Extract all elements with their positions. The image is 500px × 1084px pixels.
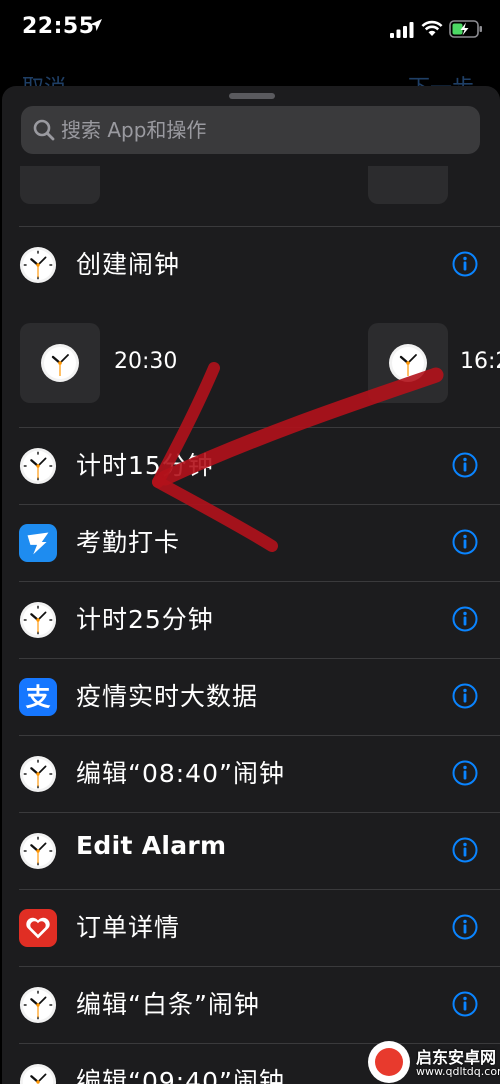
action-row[interactable]: 支 疫情实时大数据 <box>2 659 500 735</box>
clock-icon <box>19 755 57 793</box>
action-row[interactable]: 计时25分钟 <box>2 582 500 658</box>
action-label: 创建闹钟 <box>76 250 181 279</box>
info-icon[interactable] <box>452 837 478 863</box>
alipay-icon: 支 <box>19 678 57 716</box>
action-label: 疫情实时大数据 <box>76 682 259 711</box>
alarm-tile-partial[interactable] <box>20 166 100 204</box>
battery-charging-icon <box>449 20 482 38</box>
clock-icon <box>19 986 57 1024</box>
watermark: 启东安卓网 www.qdltdq.com <box>358 1040 500 1084</box>
clock-icon <box>19 832 57 870</box>
info-icon[interactable] <box>452 760 478 786</box>
alarm-tile[interactable] <box>368 323 448 403</box>
info-icon[interactable] <box>452 914 478 940</box>
clock-icon <box>19 246 57 284</box>
pinduoduo-icon <box>19 909 57 947</box>
info-icon[interactable] <box>452 529 478 555</box>
alarm-tile-time: 16:2 <box>460 349 500 374</box>
action-row[interactable]: 编辑“白条”闹钟 <box>2 967 500 1043</box>
info-icon[interactable] <box>452 991 478 1017</box>
wifi-icon <box>421 20 443 36</box>
clock-icon <box>41 344 79 382</box>
info-icon[interactable] <box>452 606 478 632</box>
clock-icon <box>19 1063 57 1084</box>
action-label: 编辑“白条”闹钟 <box>76 990 260 1019</box>
info-icon[interactable] <box>452 683 478 709</box>
watermark-logo-icon <box>368 1041 410 1083</box>
action-search-sheet: 创建闹钟 20:30 <box>2 86 500 1084</box>
search-icon <box>33 119 55 141</box>
action-label: Edit Alarm <box>76 831 227 860</box>
action-row[interactable]: 创建闹钟 <box>2 227 500 303</box>
clock-icon <box>19 601 57 639</box>
info-icon[interactable] <box>452 452 478 478</box>
alarm-tile[interactable] <box>20 323 100 403</box>
action-label: 订单详情 <box>76 913 181 942</box>
action-row[interactable]: 订单详情 <box>2 890 500 966</box>
clock-icon <box>19 447 57 485</box>
action-label: 考勤打卡 <box>76 528 181 557</box>
sheet-grabber[interactable] <box>229 93 275 99</box>
search-bar[interactable] <box>21 106 480 154</box>
clock-icon <box>389 344 427 382</box>
watermark-url: www.qdltdq.com <box>416 1065 500 1078</box>
info-icon[interactable] <box>452 251 478 277</box>
signal-bars-icon <box>390 22 414 38</box>
location-arrow-icon <box>90 19 102 31</box>
action-label: 编辑“09:40”闹钟 <box>76 1067 285 1084</box>
action-row[interactable]: 编辑“08:40”闹钟 <box>2 736 500 812</box>
action-label: 计时25分钟 <box>76 605 214 634</box>
action-row[interactable]: Edit Alarm <box>2 813 500 889</box>
alarm-tile-time: 20:30 <box>114 349 178 374</box>
status-time: 22:55 <box>22 14 95 39</box>
search-input[interactable] <box>61 106 461 154</box>
status-bar: 22:55 <box>0 0 500 60</box>
dingtalk-icon <box>19 524 57 562</box>
svg-text:支: 支 <box>26 683 51 712</box>
actions-list: 创建闹钟 20:30 16: 计时15分钟 考勤打卡 计时25分钟 支 疫情实时… <box>2 166 500 1084</box>
alarm-tile-partial[interactable] <box>368 166 448 204</box>
action-row[interactable]: 考勤打卡 <box>2 505 500 581</box>
action-label: 计时15分钟 <box>76 451 214 480</box>
action-label: 编辑“08:40”闹钟 <box>76 759 285 788</box>
action-row[interactable]: 计时15分钟 <box>2 428 500 504</box>
phone-screen: 22:55 取消 下一步 <box>0 0 500 1084</box>
